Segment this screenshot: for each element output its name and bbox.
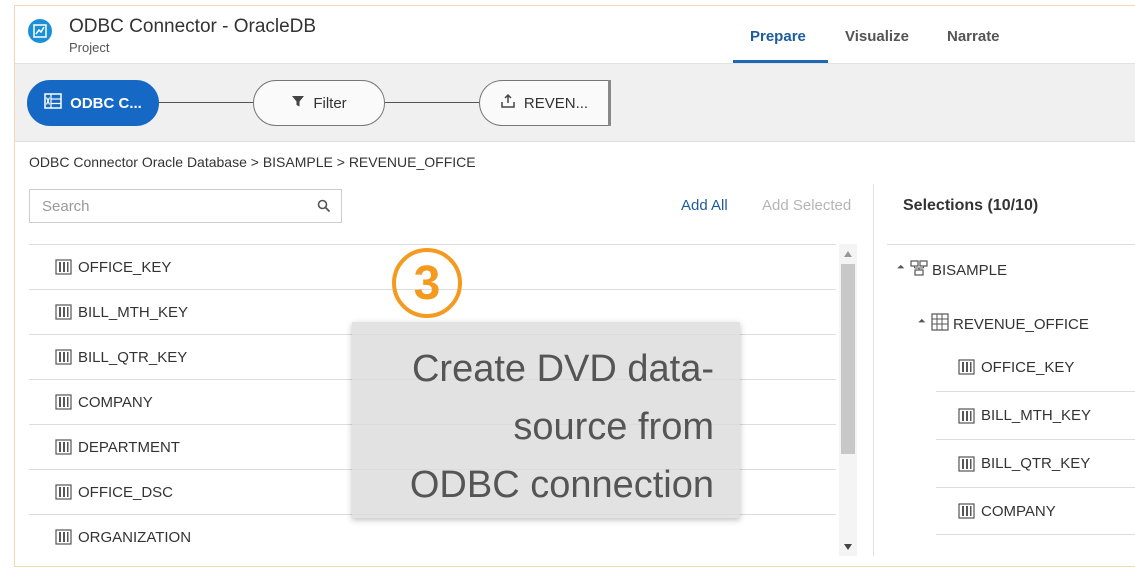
table-name: REVENUE_OFFICE [953,315,1089,333]
column-icon [958,455,975,472]
list-item[interactable]: ORGANIZATION [29,514,836,559]
upload-icon [500,93,516,113]
list-item[interactable]: BILL_MTH_KEY [936,391,1135,439]
tab-narrate[interactable]: Narrate [947,28,1000,45]
search-icon[interactable] [317,199,331,218]
add-all-button[interactable]: Add All [681,197,728,214]
data-flow-bar: ODBC C... Filter REVEN... [15,64,1135,142]
step-number-badge: 3 [392,248,462,318]
flow-connector [157,102,257,103]
schema-icon [910,260,928,280]
column-icon [55,349,72,365]
step-callout: Create DVD data- source from ODBC connec… [352,322,740,518]
column-icon [958,503,975,519]
column-name: OFFICE_KEY [981,358,1075,376]
table-source-icon [44,93,62,113]
flow-step-label: Filter [313,94,347,112]
add-selected-button[interactable]: Add Selected [762,197,851,214]
column-icon [55,304,72,320]
column-name: BILL_MTH_KEY [981,407,1092,424]
callout-line: source from [513,406,714,448]
flow-step-output[interactable]: REVEN... [479,80,611,126]
search-input[interactable] [30,190,310,222]
tab-prepare[interactable]: Prepare [750,28,806,45]
callout-line: ODBC connection [409,464,714,506]
project-subtitle: Project [69,40,110,55]
flow-connector [383,102,481,103]
schema-name: BISAMPLE [932,261,1008,279]
project-title: ODBC Connector - OracleDB [69,16,317,37]
flow-step-label: REVEN... [523,94,589,112]
column-icon [958,407,975,424]
column-name: OFFICE_KEY [78,258,172,276]
scroll-up-arrow-icon[interactable] [844,251,852,257]
breadcrumb: ODBC Connector Oracle Database > BISAMPL… [29,154,476,170]
column-name: BILL_MTH_KEY [78,303,189,321]
callout-line: Create DVD data- [411,348,714,390]
column-name: OFFICE_DSC [78,483,174,501]
callout-text: Create DVD data- source from ODBC connec… [354,340,714,514]
tree-node-table[interactable]: REVENUE_OFFICE [918,313,1089,335]
scroll-down-arrow-icon[interactable] [844,544,852,550]
divider [887,244,1135,245]
list-item[interactable]: BILL_QTR_KEY [936,439,1135,487]
list-item[interactable]: COMPANY [936,487,1135,535]
flow-step-label: ODBC C... [70,94,142,112]
search-field[interactable] [29,189,342,223]
column-name: COMPANY [78,393,153,411]
column-icon [55,439,72,455]
expand-triangle-icon[interactable] [918,318,926,326]
column-name: BILL_QTR_KEY [981,455,1091,472]
tree-node-schema[interactable]: BISAMPLE [897,260,1008,280]
selections-title: Selections (10/10) [903,197,1039,214]
scroll-thumb[interactable] [841,264,855,454]
columns-scrollbar[interactable] [839,244,857,556]
selected-columns-list: OFFICE_KEY BILL_MTH_KEY BILL_QTR_KEY COM… [936,343,1135,535]
filter-icon [291,94,305,112]
flow-step-source[interactable]: ODBC C... [27,80,159,126]
column-name: ORGANIZATION [78,528,192,546]
column-name: BILL_QTR_KEY [78,348,188,366]
active-tab-indicator [733,60,828,63]
project-logo-icon [28,19,52,43]
column-icon [55,484,72,500]
project-header: ODBC Connector - OracleDB Project Prepar… [15,6,1135,64]
column-name: DEPARTMENT [78,438,180,456]
list-item[interactable]: OFFICE_KEY [936,343,1135,391]
column-name: COMPANY [981,502,1056,520]
column-icon [958,359,975,375]
pane-divider[interactable] [873,184,874,556]
flow-step-filter[interactable]: Filter [253,80,385,126]
table-icon [931,313,949,335]
column-icon [55,259,72,275]
column-icon [55,529,72,545]
tab-visualize[interactable]: Visualize [845,28,909,45]
expand-triangle-icon[interactable] [897,264,905,272]
column-icon [55,394,72,410]
